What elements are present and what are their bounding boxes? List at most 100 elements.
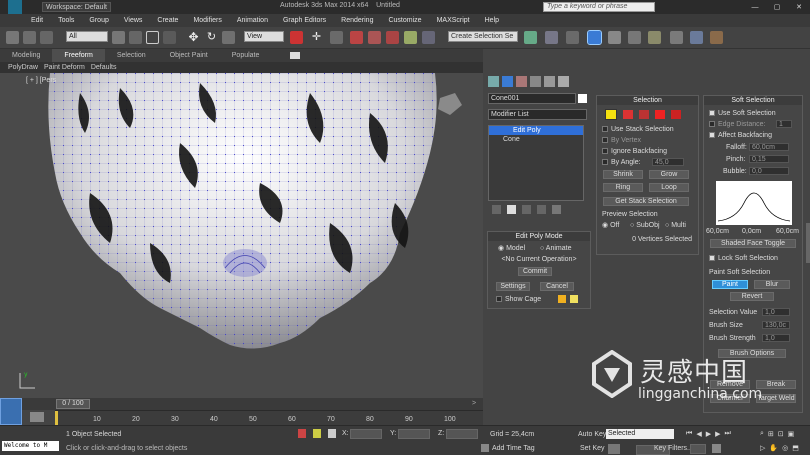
menu-item-graph-editors[interactable]: Graph Editors — [283, 17, 326, 24]
paint-button[interactable]: Paint — [712, 280, 748, 289]
get-stack-selection-button[interactable]: Get Stack Selection — [603, 197, 689, 206]
play-icon[interactable]: ▶ — [706, 430, 711, 438]
time-slider-thumb[interactable]: 0 / 100 — [56, 399, 90, 409]
stack-item-edit-poly[interactable]: Edit Poly — [489, 126, 583, 135]
edge-distance-checkbox[interactable]: Edge Distance: — [709, 120, 765, 129]
key-mode-dropdown[interactable]: Selected — [606, 429, 674, 439]
menu-item-edit[interactable]: Edit — [31, 17, 43, 24]
orbit-icon[interactable]: ◎ — [782, 444, 788, 452]
go-to-start-icon[interactable]: ⏮ — [686, 430, 692, 438]
close-icon[interactable]: ✕ — [788, 0, 810, 14]
zoom-all-icon[interactable]: ⊞ — [768, 430, 774, 438]
schematic-view-icon[interactable] — [628, 31, 641, 44]
ring-button[interactable]: Ring — [603, 183, 643, 192]
remove-modifier-icon[interactable] — [537, 205, 546, 214]
cage-selected-swatch[interactable] — [570, 295, 578, 303]
preview-multi-radio[interactable]: ○ Multi — [665, 221, 686, 230]
revert-button[interactable]: Revert — [730, 292, 774, 301]
brush-size-spinner[interactable]: 130,0c — [762, 321, 790, 329]
render-setup-icon[interactable] — [670, 31, 683, 44]
menu-item-modifiers[interactable]: Modifiers — [193, 17, 221, 24]
edge-distance-spinner[interactable]: 1 — [776, 120, 792, 128]
cancel-button[interactable]: Cancel — [540, 282, 574, 291]
display-tab-icon[interactable] — [544, 76, 555, 87]
edge-mode-icon[interactable] — [623, 110, 633, 119]
perspective-viewport[interactable]: y — [0, 73, 483, 398]
viewport-label[interactable]: [ + ] [Pers — [26, 77, 56, 84]
time-slider[interactable]: 0 / 100 < > — [0, 398, 483, 410]
vertex-mode-icon[interactable] — [605, 109, 617, 120]
ribbon-tab-freeform[interactable]: Freeform — [52, 49, 105, 62]
pan-icon[interactable]: ✋ — [769, 444, 778, 452]
preview-off-radio[interactable]: ◉ Off — [602, 221, 619, 230]
minimize-icon[interactable]: — — [744, 0, 766, 14]
time-slider-next-icon[interactable]: > — [472, 400, 476, 407]
time-tag-icon[interactable] — [481, 444, 489, 452]
shaded-face-toggle-button[interactable]: Shaded Face Toggle — [710, 239, 796, 248]
rollout-header[interactable]: Edit Poly Mode — [488, 232, 590, 241]
y-coordinate-field[interactable] — [398, 429, 430, 439]
rollout-header[interactable]: Selection — [597, 96, 698, 105]
search-input[interactable]: Type a keyword or phrase — [543, 2, 655, 12]
scale-icon[interactable] — [222, 31, 235, 44]
material-editor-icon[interactable] — [648, 31, 661, 44]
percent-snap-icon[interactable] — [386, 31, 399, 44]
hierarchy-tab-icon[interactable] — [516, 76, 527, 87]
object-name-field[interactable]: Cone001 — [488, 93, 576, 104]
previous-frame-icon[interactable]: ◀ — [696, 430, 701, 438]
field-of-view-icon[interactable]: ▷ — [760, 444, 765, 452]
snap-icon[interactable] — [350, 31, 363, 44]
by-angle-checkbox[interactable]: By Angle: — [602, 158, 641, 167]
use-stack-selection-checkbox[interactable]: Use Stack Selection — [602, 125, 674, 134]
time-configuration-icon[interactable] — [712, 444, 721, 453]
mirror-icon[interactable] — [524, 31, 537, 44]
border-mode-icon[interactable] — [639, 110, 649, 119]
command-panel-scrollbar[interactable] — [806, 223, 810, 263]
track-bar-toggle-icon[interactable] — [30, 412, 44, 422]
render-icon[interactable] — [710, 31, 723, 44]
pivot-icon[interactable] — [290, 31, 303, 44]
next-frame-icon[interactable]: ▶ — [715, 430, 720, 438]
select-object-icon[interactable] — [112, 31, 125, 44]
edit-named-selection-icon[interactable] — [422, 31, 435, 44]
key-filters-button[interactable]: Key Filters... — [654, 445, 693, 452]
rollout-header[interactable]: Soft Selection — [704, 96, 802, 105]
menu-item-animation[interactable]: Animation — [237, 17, 268, 24]
element-mode-icon[interactable] — [671, 110, 681, 119]
pin-stack-icon[interactable] — [492, 205, 501, 214]
curve-editor-icon[interactable] — [608, 31, 621, 44]
stack-item-cone[interactable]: Cone — [489, 135, 583, 144]
add-time-tag-button[interactable]: Add Time Tag — [492, 445, 535, 452]
model-radio[interactable]: ◉ Model — [498, 244, 525, 253]
zoom-extents-icon[interactable]: ⊡ — [778, 430, 784, 438]
named-selection-dropdown[interactable]: Create Selection Se — [448, 31, 518, 42]
set-key-icon[interactable] — [608, 444, 620, 454]
ribbon-subtab-defaults[interactable]: Defaults — [91, 64, 117, 71]
menu-item-maxscript[interactable]: MAXScript — [437, 17, 470, 24]
mini-listener-icon[interactable] — [0, 398, 22, 425]
object-color-swatch[interactable] — [578, 94, 587, 103]
commit-button[interactable]: Commit — [518, 267, 552, 276]
selection-lock-icon[interactable] — [313, 429, 321, 438]
show-cage-checkbox[interactable]: Show Cage — [496, 295, 541, 304]
create-tab-icon[interactable] — [488, 76, 499, 87]
grow-button[interactable]: Grow — [649, 170, 689, 179]
use-soft-selection-checkbox[interactable]: Use Soft Selection — [709, 109, 776, 118]
maximize-icon[interactable]: ▢ — [766, 0, 788, 14]
move-icon[interactable]: ✥ — [187, 31, 200, 44]
selection-filter-dropdown[interactable]: All — [66, 31, 108, 42]
settings-button[interactable]: Settings — [496, 282, 530, 291]
workspace-dropdown[interactable]: Workspace: Default — [42, 2, 111, 12]
current-frame-field[interactable] — [690, 444, 706, 454]
utilities-tab-icon[interactable] — [558, 76, 569, 87]
graphite-toolbar-icon[interactable] — [587, 30, 602, 45]
transform-mode-icon[interactable] — [328, 429, 336, 438]
lock-soft-selection-checkbox[interactable]: Lock Soft Selection — [709, 254, 778, 263]
keyboard-shortcut-icon[interactable] — [330, 31, 343, 44]
by-vertex-checkbox[interactable]: By Vertex — [602, 136, 641, 145]
modifier-list-dropdown[interactable]: Modifier List — [488, 109, 587, 120]
set-key-button[interactable]: Set Key — [580, 445, 605, 452]
bubble-spinner[interactable]: 0,0 — [749, 167, 789, 175]
select-by-name-icon[interactable] — [129, 31, 142, 44]
z-coordinate-field[interactable] — [446, 429, 478, 439]
